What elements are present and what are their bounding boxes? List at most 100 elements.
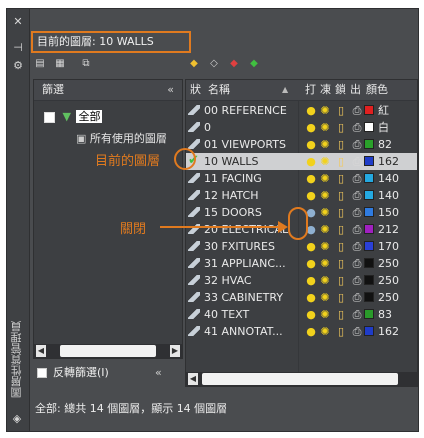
gear-icon[interactable]: ⚙ — [13, 60, 23, 71]
column-name[interactable]: 名稱 — [208, 80, 230, 100]
lightbulb-on-icon[interactable]: ● — [304, 102, 318, 119]
unlock-icon[interactable]: ▯ — [334, 255, 348, 272]
layer-name[interactable]: 01 VIEWPORTS — [204, 136, 294, 153]
layer-name[interactable]: 31 APPLIANC... — [204, 255, 294, 272]
unlock-icon[interactable]: ▯ — [334, 272, 348, 289]
layer-states-manager-icon[interactable]: ⧉ — [79, 58, 93, 70]
color-name[interactable]: 82 — [378, 136, 416, 153]
set-current-icon[interactable]: ◆ — [247, 58, 261, 70]
lightbulb-on-icon[interactable]: ● — [304, 255, 318, 272]
color-swatch[interactable] — [364, 326, 374, 336]
tree-collapse-icon[interactable] — [44, 111, 55, 123]
scroll-right-icon[interactable]: ▶ — [170, 345, 180, 357]
new-property-filter-icon[interactable]: ▤ — [33, 58, 47, 70]
layer-row[interactable]: 31 APPLIANC... ● ✺ ▯ ⎙ 250 — [186, 255, 417, 272]
printer-icon[interactable]: ⎙ — [350, 289, 364, 306]
layer-name[interactable]: 30 FXITURES — [204, 238, 294, 255]
printer-icon[interactable]: ⎙ — [350, 119, 364, 136]
unlock-icon[interactable]: ▯ — [334, 119, 348, 136]
color-name[interactable]: 250 — [378, 272, 416, 289]
color-name[interactable]: 250 — [378, 289, 416, 306]
lightbulb-on-icon[interactable]: ● — [304, 153, 318, 170]
sun-icon[interactable]: ✺ — [318, 119, 332, 136]
layer-name[interactable]: 40 TEXT — [204, 306, 294, 323]
printer-icon[interactable]: ⎙ — [350, 136, 364, 153]
color-name[interactable]: 170 — [378, 238, 416, 255]
lightbulb-on-icon[interactable]: ● — [304, 238, 318, 255]
color-name[interactable]: 紅 — [378, 102, 416, 119]
color-name[interactable]: 白 — [378, 119, 416, 136]
layer-name[interactable]: 0 — [204, 119, 294, 136]
scroll-thumb[interactable] — [202, 373, 398, 385]
lightbulb-on-icon[interactable]: ● — [304, 289, 318, 306]
sun-icon[interactable]: ✺ — [318, 272, 332, 289]
printer-icon[interactable]: ⎙ — [350, 204, 364, 221]
sun-icon[interactable]: ✺ — [318, 187, 332, 204]
printer-icon[interactable]: ⎙ — [350, 255, 364, 272]
filter-tree-scrollbar[interactable]: ◀ ▶ — [34, 344, 182, 358]
printer-icon[interactable]: ⎙ — [350, 170, 364, 187]
scroll-left-icon[interactable]: ◀ — [36, 345, 46, 357]
unlock-icon[interactable]: ▯ — [334, 170, 348, 187]
layer-name[interactable]: 11 FACING — [204, 170, 294, 187]
color-swatch[interactable] — [364, 105, 374, 115]
color-name[interactable]: 150 — [378, 204, 416, 221]
sun-icon[interactable]: ✺ — [318, 102, 332, 119]
unlock-icon[interactable]: ▯ — [334, 221, 348, 238]
layer-row[interactable]: ✔ 10 WALLS ● ✺ ▯ ⎙ 162 — [186, 153, 417, 170]
color-swatch[interactable] — [364, 258, 374, 268]
unlock-icon[interactable]: ▯ — [334, 204, 348, 221]
autohide-icon[interactable]: ⊣ — [13, 42, 23, 53]
layer-row[interactable]: 41 ANNOTAT... ● ✺ ▯ ⎙ 162 — [186, 323, 417, 340]
color-name[interactable]: 212 — [378, 221, 416, 238]
collapse-invert-button[interactable]: « — [155, 364, 162, 382]
invert-filter-checkbox[interactable]: 反轉篩選(I) « — [37, 364, 177, 382]
unlock-icon[interactable]: ▯ — [334, 306, 348, 323]
unlock-icon[interactable]: ▯ — [334, 102, 348, 119]
unlock-icon[interactable]: ▯ — [334, 153, 348, 170]
lightbulb-on-icon[interactable]: ● — [304, 187, 318, 204]
sun-icon[interactable]: ✺ — [318, 238, 332, 255]
color-swatch[interactable] — [364, 309, 374, 319]
close-icon[interactable]: ✕ — [13, 16, 23, 27]
sun-icon[interactable]: ✺ — [318, 289, 332, 306]
printer-icon[interactable]: ⎙ — [350, 323, 364, 340]
unlock-icon[interactable]: ▯ — [334, 187, 348, 204]
printer-icon[interactable]: ⎙ — [350, 187, 364, 204]
color-name[interactable]: 140 — [378, 187, 416, 204]
printer-icon[interactable]: ⎙ — [350, 153, 364, 170]
new-group-filter-icon[interactable]: ▦ — [53, 58, 67, 70]
column-on[interactable]: 打 — [305, 80, 316, 100]
color-swatch[interactable] — [364, 122, 374, 132]
unlock-icon[interactable]: ▯ — [334, 289, 348, 306]
color-swatch[interactable] — [364, 292, 374, 302]
sun-icon[interactable]: ✺ — [318, 323, 332, 340]
color-swatch[interactable] — [364, 207, 374, 217]
sun-icon[interactable]: ✺ — [318, 204, 332, 221]
new-layer-vp-frozen-icon[interactable]: ◇ — [207, 58, 221, 70]
layer-name[interactable]: 32 HVAC — [204, 272, 294, 289]
color-swatch[interactable] — [364, 190, 374, 200]
lightbulb-on-icon[interactable]: ● — [304, 272, 318, 289]
layer-name[interactable]: 10 WALLS — [204, 153, 294, 170]
color-name[interactable]: 140 — [378, 170, 416, 187]
color-swatch[interactable] — [364, 241, 374, 251]
sun-icon[interactable]: ✺ — [318, 306, 332, 323]
collapse-filter-button[interactable]: « — [167, 80, 174, 100]
layer-row[interactable]: 11 FACING ● ✺ ▯ ⎙ 140 — [186, 170, 417, 187]
layer-row[interactable]: 30 FXITURES ● ✺ ▯ ⎙ 170 — [186, 238, 417, 255]
printer-icon[interactable]: ⎙ — [350, 272, 364, 289]
lightbulb-on-icon[interactable]: ● — [304, 170, 318, 187]
layer-row[interactable]: 01 VIEWPORTS ● ✺ ▯ ⎙ 82 — [186, 136, 417, 153]
layer-row[interactable]: 40 TEXT ● ✺ ▯ ⎙ 83 — [186, 306, 417, 323]
column-plot[interactable]: 出 — [350, 80, 361, 100]
lightbulb-on-icon[interactable]: ● — [304, 119, 318, 136]
delete-layer-icon[interactable]: ◆ — [227, 58, 241, 70]
layer-row[interactable]: 0 ● ✺ ▯ ⎙ 白 — [186, 119, 417, 136]
column-status[interactable]: 狀 — [190, 80, 201, 100]
color-name[interactable]: 162 — [378, 323, 416, 340]
lightbulb-on-icon[interactable]: ● — [304, 323, 318, 340]
scroll-thumb[interactable] — [60, 345, 156, 357]
layer-list-scrollbar[interactable]: ◀ — [186, 372, 417, 386]
invert-filter-box[interactable] — [37, 368, 47, 378]
